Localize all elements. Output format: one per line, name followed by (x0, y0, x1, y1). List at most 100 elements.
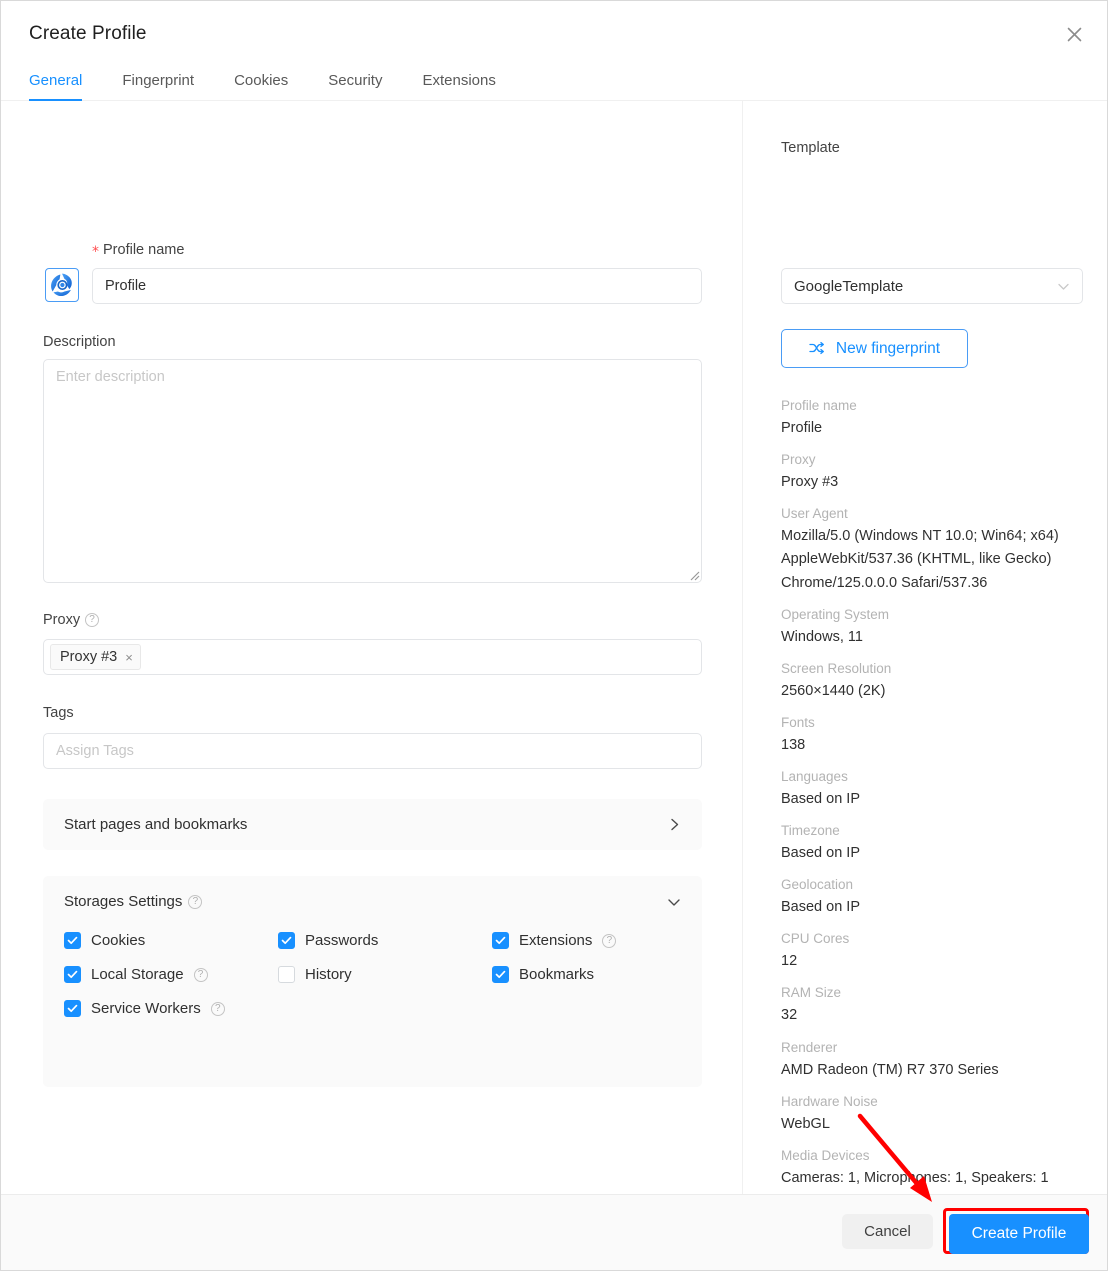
profile-name-input[interactable] (92, 268, 702, 304)
fingerprint-row: Renderer AMD Radeon (TM) R7 370 Series (781, 1038, 1093, 1082)
cancel-button[interactable]: Cancel (842, 1214, 933, 1249)
shuffle-icon (809, 341, 824, 354)
check-icon (67, 936, 78, 945)
fingerprint-key: Profile name (781, 398, 857, 413)
proxy-label: Proxy (43, 612, 81, 628)
description-textarea[interactable] (43, 359, 702, 583)
chip-remove-icon[interactable]: × (125, 651, 133, 664)
check-icon (67, 1004, 78, 1013)
fingerprint-summary-pane: Template GoogleTemplate New fingerprint … (742, 101, 1108, 1194)
start-pages-and-bookmarks-row[interactable]: Start pages and bookmarks (43, 799, 702, 850)
checkbox-box-icon[interactable] (492, 932, 509, 949)
fingerprint-detail-list: Profile name Profile Proxy Proxy #3 User A… (781, 396, 1093, 1194)
fingerprint-key: Proxy (781, 452, 816, 468)
checkbox-passwords[interactable]: Passwords (278, 932, 492, 949)
fingerprint-value: Mozilla/5.0 (Windows NT 10.0; Win64; x64… (781, 528, 1059, 591)
chevron-down-icon[interactable] (1057, 280, 1070, 293)
checkbox-box-icon[interactable] (64, 966, 81, 983)
tags-input[interactable] (43, 733, 702, 769)
profile-avatar-icon[interactable] (45, 268, 79, 302)
fingerprint-key: RAM Size (781, 985, 842, 1001)
proxy-label-group: Proxy ? (43, 612, 100, 628)
fingerprint-row: Hardware Noise WebGL (781, 1092, 1093, 1136)
question-circle-icon[interactable]: ? (210, 1001, 225, 1016)
question-circle-icon[interactable]: ? (188, 894, 203, 909)
profile-name-label-group: * Profile name (92, 241, 185, 260)
checkbox-local-storage[interactable]: Local Storage ? (64, 966, 278, 983)
check-icon (495, 970, 506, 979)
checkbox-cookies[interactable]: Cookies (64, 932, 278, 949)
checkbox-history[interactable]: History (278, 966, 492, 983)
proxy-chip[interactable]: Proxy #3 × (50, 644, 141, 670)
fingerprint-value: WebGL (781, 1115, 830, 1132)
checkbox-box-icon[interactable] (64, 1000, 81, 1017)
check-icon (67, 970, 78, 979)
fingerprint-value: 138 (781, 736, 806, 753)
modal-body: * Profile name Description (0, 101, 1108, 1194)
checkbox-box-icon[interactable] (492, 966, 509, 983)
fingerprint-value: Based on IP (781, 845, 860, 862)
checkbox-label: Cookies (91, 932, 146, 949)
storages-settings-panel: Storages Settings ? Cookies Passwords Ex… (43, 876, 702, 1087)
checkbox-extensions[interactable]: Extensions ? (492, 932, 682, 949)
close-glyph (1067, 27, 1081, 41)
fingerprint-key: Languages (781, 769, 848, 785)
fingerprint-key: Geolocation (781, 877, 854, 893)
question-circle-icon[interactable]: ? (193, 967, 208, 982)
fingerprint-row: Languages Based on IP (781, 767, 1093, 811)
chevron-right-icon[interactable] (668, 818, 681, 831)
fingerprint-row: Fonts 138 (781, 713, 1093, 757)
tab-cookies[interactable]: Cookies (234, 73, 288, 101)
required-asterisk: * (92, 244, 99, 260)
description-label: Description (43, 334, 116, 350)
new-fingerprint-button[interactable]: New fingerprint (781, 329, 968, 368)
proxy-chip-label: Proxy #3 (60, 649, 118, 665)
check-icon (495, 936, 506, 945)
checkbox-label: Passwords (305, 932, 379, 949)
storages-checkbox-grid: Cookies Passwords Extensions ? Local Sto… (64, 932, 684, 1017)
fingerprint-row: RAM Size 32 (781, 983, 1093, 1027)
template-select[interactable]: GoogleTemplate (781, 268, 1083, 304)
fingerprint-row: Timezone Based on IP (781, 821, 1093, 865)
checkbox-label: History (305, 966, 352, 983)
tab-security[interactable]: Security (328, 73, 382, 101)
checkbox-label: Bookmarks (519, 966, 595, 983)
checkbox-service-workers[interactable]: Service Workers ? (64, 1000, 278, 1017)
fingerprint-key: Fonts (781, 714, 815, 730)
chevron-right-glyph (671, 818, 679, 831)
close-icon[interactable] (1052, 12, 1096, 56)
question-circle-icon[interactable]: ? (602, 933, 617, 948)
fingerprint-value: Windows, 11 (781, 628, 863, 645)
tab-general[interactable]: General (29, 73, 83, 101)
fingerprint-row: Profile name Profile (781, 396, 1093, 440)
start-pages-label: Start pages and bookmarks (64, 816, 248, 833)
checkbox-box-icon[interactable] (278, 966, 295, 983)
checkbox-box-icon[interactable] (278, 932, 295, 949)
fingerprint-row: Media Devices Cameras: 1, Microphones: 1,… (781, 1146, 1093, 1190)
create-profile-button[interactable]: Create Profile (949, 1214, 1089, 1254)
tab-fingerprint[interactable]: Fingerprint (122, 73, 194, 101)
profile-name-label: Profile name (103, 241, 185, 258)
fingerprint-row: User Agent Mozilla/5.0 (Windows NT 10.0; … (781, 504, 1093, 594)
fingerprint-key: Timezone (781, 823, 840, 839)
fingerprint-row: CPU Cores 12 (781, 929, 1093, 973)
modal-header: Create Profile General Fingerprint Cooki… (0, 0, 1108, 101)
checkbox-label: Service Workers (91, 1000, 201, 1017)
checkbox-box-icon[interactable] (64, 932, 81, 949)
check-icon (281, 936, 292, 945)
fingerprint-value: Based on IP (781, 899, 860, 916)
chevron-down-glyph (1058, 283, 1069, 290)
chevron-down-icon[interactable] (667, 895, 681, 909)
page-title: Create Profile (29, 23, 147, 44)
new-fingerprint-label: New fingerprint (835, 339, 941, 357)
template-select-value: GoogleTemplate (794, 277, 904, 295)
avatar-glyph (51, 273, 72, 297)
checkbox-bookmarks[interactable]: Bookmarks (492, 966, 682, 983)
checkbox-label: Local Storage (91, 966, 184, 983)
fingerprint-key: Operating System (781, 606, 890, 622)
tab-extensions[interactable]: Extensions (422, 73, 495, 101)
question-circle-icon[interactable]: ? (85, 613, 100, 628)
proxy-select-field[interactable]: Proxy #3 × (43, 639, 702, 675)
tab-bar: General Fingerprint Cookies Security Ext… (29, 58, 496, 101)
storages-settings-header[interactable]: Storages Settings ? (64, 893, 203, 910)
